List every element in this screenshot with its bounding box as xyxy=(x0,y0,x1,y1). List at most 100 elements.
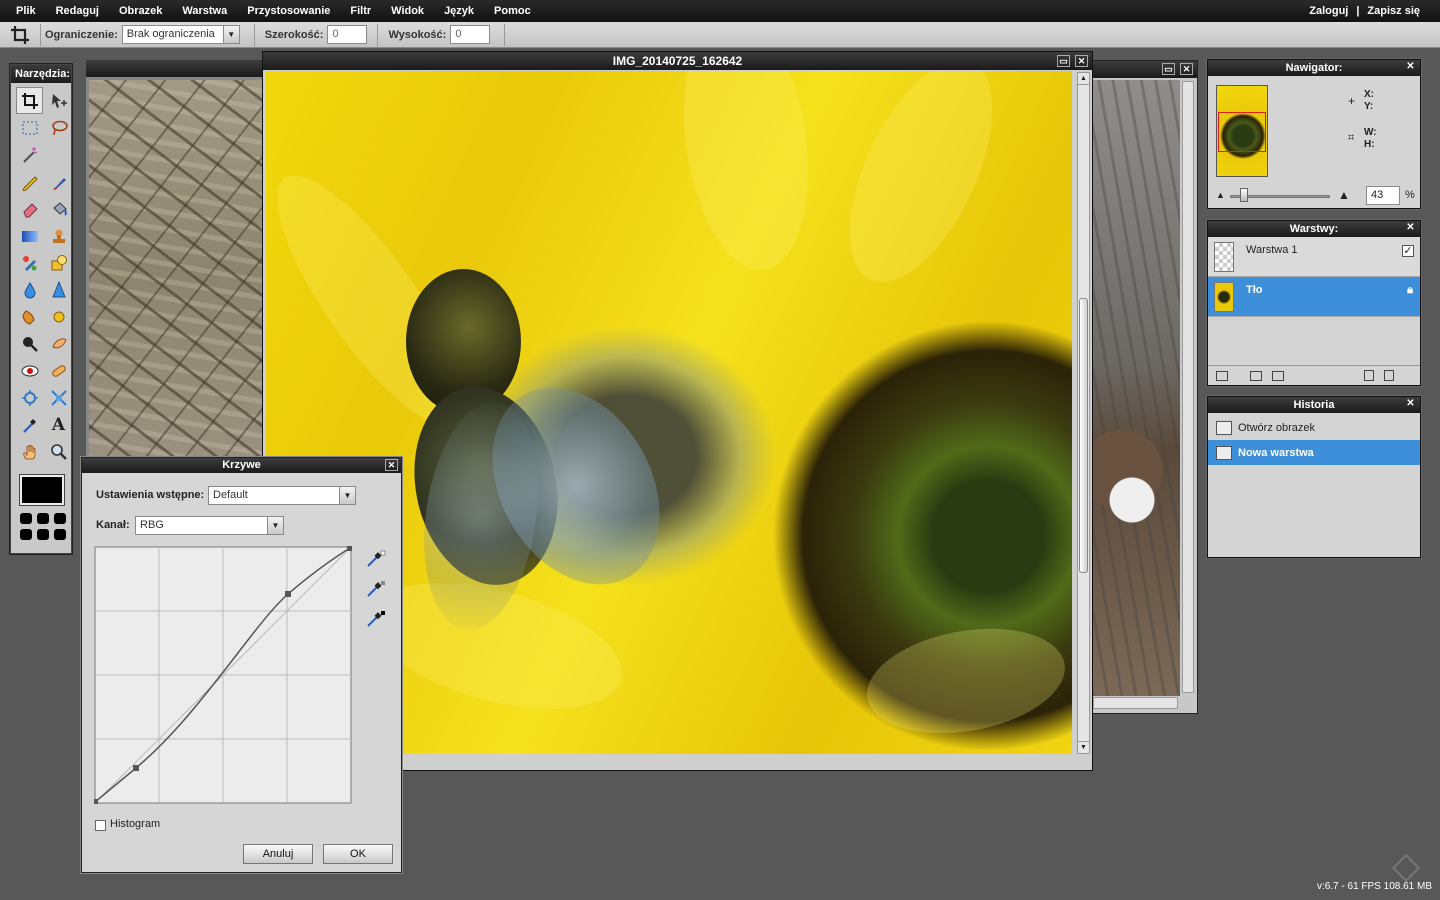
channel-select[interactable]: RBG ▼ xyxy=(135,516,284,535)
layer-row[interactable]: Warstwa 1 ✓ xyxy=(1208,237,1420,277)
lasso-tool-icon[interactable] xyxy=(45,114,72,141)
layer-mask-icon[interactable] xyxy=(1272,370,1284,381)
move-tool-icon[interactable] xyxy=(45,87,72,114)
chevron-down-icon[interactable]: ▼ xyxy=(222,25,240,44)
sponge-tool-icon[interactable] xyxy=(45,303,72,330)
channel-value[interactable]: RBG xyxy=(135,516,284,535)
maximize-icon[interactable]: ▭ xyxy=(1162,63,1175,75)
smudge-tool-icon[interactable] xyxy=(16,303,43,330)
eraser-tool-icon[interactable] xyxy=(16,195,43,222)
new-layer-icon[interactable] xyxy=(1364,370,1374,381)
menu-help[interactable]: Pomoc xyxy=(484,5,541,17)
palette-dots[interactable] xyxy=(20,513,71,540)
close-icon[interactable]: ✕ xyxy=(1075,55,1088,67)
menu-image[interactable]: Obrazek xyxy=(109,5,172,17)
dodge-tool-icon[interactable] xyxy=(45,330,72,357)
red-eye-tool-icon[interactable] xyxy=(16,357,43,384)
close-icon[interactable]: ✕ xyxy=(1180,63,1193,75)
curve-graph[interactable] xyxy=(94,546,352,804)
selection-size-icon: ⌗ xyxy=(1348,132,1355,144)
menu-edit[interactable]: Redaguj xyxy=(46,5,109,17)
curve-point[interactable] xyxy=(347,546,352,551)
marquee-tool-icon[interactable] xyxy=(16,114,43,141)
layer-settings-icon[interactable] xyxy=(1216,370,1228,381)
chevron-down-icon[interactable]: ▼ xyxy=(339,486,356,505)
spot-heal-tool-icon[interactable] xyxy=(45,357,72,384)
image-window-vscrollbar[interactable]: ▲ ▼ xyxy=(1077,72,1090,754)
preset-select[interactable]: Default ▼ xyxy=(208,486,356,505)
brush-tool-icon[interactable] xyxy=(45,168,72,195)
lock-icon[interactable]: 🔒︎ xyxy=(1407,284,1413,297)
pencil-tool-icon[interactable] xyxy=(16,168,43,195)
zoom-input[interactable]: 43 xyxy=(1366,186,1400,205)
scroll-up-arrow[interactable]: ▲ xyxy=(1078,73,1089,85)
bloat-tool-icon[interactable] xyxy=(16,384,43,411)
color-replace-tool-icon[interactable] xyxy=(16,249,43,276)
scroll-down-arrow[interactable]: ▼ xyxy=(1078,741,1089,753)
navigator-viewport[interactable] xyxy=(1218,112,1266,152)
menu-file[interactable]: Plik xyxy=(6,5,46,17)
transparent-layer-thumbnail xyxy=(1214,241,1234,272)
white-eyedropper-icon[interactable] xyxy=(366,550,386,571)
close-icon[interactable]: ✕ xyxy=(1405,62,1416,73)
right-window-scrollbar[interactable] xyxy=(1182,81,1194,693)
height-label: Wysokość: xyxy=(388,28,447,41)
close-icon[interactable]: ✕ xyxy=(385,459,398,471)
curve-point[interactable] xyxy=(94,799,98,804)
menu-language[interactable]: Język xyxy=(434,5,484,17)
menu-layer[interactable]: Warstwa xyxy=(172,5,237,17)
magic-wand-tool-icon[interactable] xyxy=(16,141,43,168)
curves-title: Krzywe xyxy=(222,459,261,471)
color-picker-tool-icon[interactable] xyxy=(16,411,43,438)
zoom-tool-icon[interactable] xyxy=(45,438,72,465)
history-item[interactable]: Nowa warstwa xyxy=(1208,440,1420,465)
text-tool-icon[interactable]: A xyxy=(45,411,72,438)
stamp-tool-icon[interactable] xyxy=(45,222,72,249)
menu-filter[interactable]: Filtr xyxy=(340,5,381,17)
history-item[interactable]: Otwórz obrazek xyxy=(1208,415,1420,440)
image-layer-thumbnail xyxy=(1214,281,1234,312)
blur-tool-icon[interactable] xyxy=(16,276,43,303)
pinch-tool-icon[interactable] xyxy=(45,384,72,411)
right-window-hscrollbar[interactable] xyxy=(1093,697,1178,709)
crosshair-icon: + xyxy=(1348,94,1356,108)
ok-button[interactable]: OK xyxy=(323,844,393,864)
close-icon[interactable]: ✕ xyxy=(1405,399,1416,410)
width-input[interactable]: 0 xyxy=(327,25,368,44)
histogram-checkbox[interactable] xyxy=(95,820,106,831)
hand-tool-icon[interactable] xyxy=(16,438,43,465)
black-eyedropper-icon[interactable] xyxy=(366,610,386,631)
crop-tool-icon[interactable] xyxy=(16,87,43,114)
trash-icon[interactable] xyxy=(1384,370,1394,381)
zoom-out-icon[interactable]: ▲ xyxy=(1216,190,1225,200)
signup-link[interactable]: Zapisz się xyxy=(1367,5,1420,17)
height-input[interactable]: 0 xyxy=(450,25,491,44)
gray-eyedropper-icon[interactable] xyxy=(366,580,386,601)
layer-style-icon[interactable] xyxy=(1250,370,1262,381)
menu-adjust[interactable]: Przystosowanie xyxy=(237,5,340,17)
maximize-icon[interactable]: ▭ xyxy=(1057,55,1070,67)
preset-value[interactable]: Default xyxy=(208,486,356,505)
crop-icon[interactable] xyxy=(0,25,40,45)
gradient-tool-icon[interactable] xyxy=(16,222,43,249)
close-icon[interactable]: ✕ xyxy=(1405,223,1416,234)
menu-view[interactable]: Widok xyxy=(381,5,434,17)
login-link[interactable]: Zaloguj xyxy=(1309,5,1348,17)
cancel-button[interactable]: Anuluj xyxy=(243,844,313,864)
zoom-slider-handle[interactable] xyxy=(1240,188,1248,202)
curve-point[interactable] xyxy=(133,765,139,771)
bucket-fill-tool-icon[interactable] xyxy=(45,195,72,222)
scroll-thumb[interactable] xyxy=(1079,298,1088,573)
foreground-color-swatch[interactable] xyxy=(19,474,65,506)
history-title: Historia xyxy=(1293,399,1335,411)
chevron-down-icon[interactable]: ▼ xyxy=(267,516,284,535)
constraint-select[interactable]: Brak ograniczenia ▼ xyxy=(121,25,240,44)
draw-shape-tool-icon[interactable] xyxy=(45,249,72,276)
visibility-checkbox-icon[interactable]: ✓ xyxy=(1402,245,1414,257)
navigator-thumbnail[interactable] xyxy=(1216,85,1268,177)
sharpen-tool-icon[interactable] xyxy=(45,276,72,303)
burn-tool-icon[interactable] xyxy=(16,330,43,357)
layer-row[interactable]: Tło 🔒︎ xyxy=(1208,277,1420,317)
curve-point[interactable] xyxy=(285,591,291,597)
zoom-in-icon[interactable]: ▲ xyxy=(1338,188,1350,202)
